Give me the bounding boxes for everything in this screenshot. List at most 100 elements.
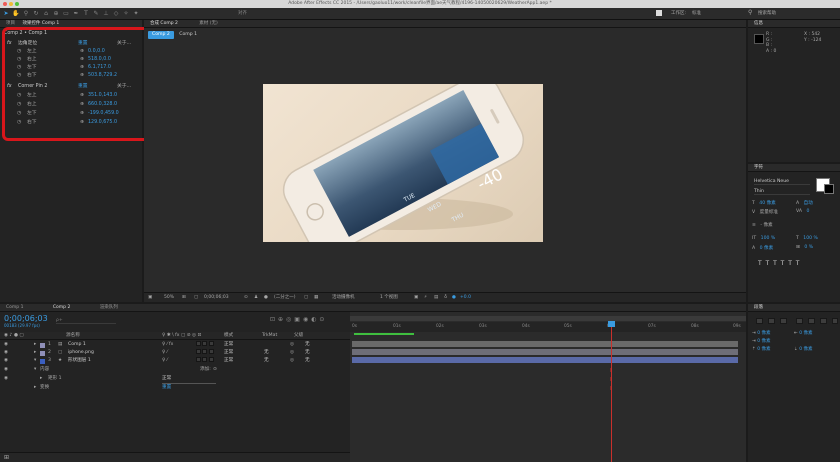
info-title[interactable]: 信息	[754, 21, 763, 26]
layer-parent[interactable]: 无	[305, 349, 310, 357]
layer-parent[interactable]: 无	[305, 341, 310, 349]
layer-bar-1[interactable]	[352, 341, 738, 347]
hand-tool-icon[interactable]: ✋	[12, 9, 20, 19]
visibility-eye-icon[interactable]: ◉	[4, 349, 8, 357]
layer-switches[interactable]: ♀ ⁄	[162, 357, 168, 365]
visibility-eye-icon[interactable]: ◉	[4, 341, 8, 349]
layer-mode[interactable]: 正常	[224, 341, 233, 349]
align-left-button[interactable]	[756, 318, 763, 324]
layer-switches[interactable]: ♀ ⁄ fx	[162, 341, 173, 349]
justify-right-button[interactable]	[820, 318, 827, 324]
space-after-value[interactable]: 0 像素	[799, 347, 812, 352]
layer-switch-boxes[interactable]	[196, 349, 214, 357]
rectangle-tool-icon[interactable]: ▭	[62, 9, 70, 19]
indent-first-value[interactable]: 0 像素	[757, 339, 770, 344]
eraser-tool-icon[interactable]: ◇	[112, 9, 120, 19]
mask-icon[interactable]: ▢	[194, 293, 198, 303]
layer-bar-3[interactable]	[352, 357, 738, 363]
layer-switches[interactable]: ♀ ⁄	[162, 349, 168, 357]
parent-pickwhip-icon[interactable]: ◎	[290, 349, 294, 357]
resolution-select[interactable]: (二分之一)	[274, 293, 296, 303]
tracking-value[interactable]: 0	[806, 209, 809, 214]
playhead-line[interactable]	[611, 322, 612, 462]
tsume-value[interactable]: 0 %	[804, 245, 813, 250]
hscale-value[interactable]: 100 %	[803, 236, 818, 241]
rotate-tool-icon[interactable]: ↻	[32, 9, 40, 19]
timeline-icon[interactable]: ▤	[434, 293, 438, 303]
grid-icon[interactable]: ⊞	[182, 293, 186, 303]
roto-tool-icon[interactable]: ✧	[122, 9, 130, 19]
close-button[interactable]	[3, 2, 7, 6]
justify-left-button[interactable]	[796, 318, 803, 324]
zoom-button[interactable]	[15, 2, 19, 6]
timeline-switch-icons[interactable]: ⊡⊕◎▣◉◐⊙	[270, 316, 327, 323]
selection-tool-icon[interactable]: ➤	[2, 9, 10, 19]
blend-mode-select[interactable]: 正常	[162, 375, 216, 384]
add-label[interactable]: 添加:	[200, 366, 211, 374]
toggle-pixel-icon[interactable]: ▣	[414, 293, 418, 303]
views-select[interactable]: 1 个视图	[380, 293, 398, 303]
layer-bar-2[interactable]	[352, 349, 738, 355]
pen-tool-icon[interactable]: ✒	[72, 9, 80, 19]
exposure-value[interactable]: +0.0	[460, 293, 471, 303]
timeline-tab-render-queue[interactable]: 渲染队列	[100, 305, 118, 310]
indent-left-value[interactable]: 0 像素	[757, 331, 770, 336]
timeline-tab-comp-2[interactable]: Comp 2	[53, 305, 70, 310]
brush-tool-icon[interactable]: ✎	[92, 9, 100, 19]
layer-parent[interactable]: 无	[305, 357, 310, 365]
zoom-tool-icon[interactable]: ⚲	[22, 9, 30, 19]
visibility-eye-icon[interactable]: ◉	[4, 357, 8, 365]
show-snapshot-icon[interactable]: ♟	[254, 293, 258, 303]
type-tool-icon[interactable]: T	[82, 9, 90, 19]
camera-tool-icon[interactable]: ⌂	[42, 9, 50, 19]
font-style-select[interactable]: Thin	[754, 188, 810, 195]
expand-triangle-icon[interactable]: ▸	[40, 375, 42, 383]
parent-pickwhip-icon[interactable]: ◎	[290, 357, 294, 365]
view-tab-comp-1[interactable]: Comp 1	[179, 32, 197, 37]
work-area-bar[interactable]	[350, 316, 746, 321]
header-trkmat[interactable]: TrkMat	[262, 332, 277, 340]
align-center-button[interactable]	[768, 318, 775, 324]
expand-triangle-icon[interactable]: ▾	[34, 366, 36, 374]
expand-triangle-icon[interactable]: ▾	[34, 357, 36, 365]
indent-right-value[interactable]: 0 像素	[799, 331, 812, 336]
add-icon[interactable]: ⊙	[213, 366, 217, 374]
visibility-eye-icon[interactable]: ◉	[4, 366, 8, 374]
roi-icon[interactable]: ▢	[304, 293, 308, 303]
layer-row-1[interactable]: ◉ ▸ 1 ▤ Comp 1 ♀ ⁄ fx 正常 ◎ 无	[0, 341, 350, 349]
timeline-timecode[interactable]: 0;00;06;03	[4, 314, 48, 323]
kerning-value[interactable]: 度量标准	[760, 210, 778, 215]
property-row-transform[interactable]: ▸ 变换 重置	[0, 384, 350, 392]
text-style-buttons[interactable]: TTTTTT	[758, 260, 803, 267]
workspace-icon[interactable]	[656, 10, 662, 16]
timeline-track-area[interactable]: 0s 01s 02s 03s 04s 05s 06s 07s 08s 09s I…	[350, 312, 746, 462]
comp-timecode[interactable]: 0;00;06;03	[204, 293, 229, 303]
snap-label[interactable]: 对齐	[238, 10, 247, 16]
search-help-input[interactable]: 搜索帮助	[758, 10, 776, 16]
font-size-value[interactable]: 40 像素	[759, 201, 776, 206]
flowchart-icon[interactable]: ♁	[444, 293, 447, 303]
space-before-value[interactable]: 0 像素	[757, 347, 770, 352]
composition-frame[interactable]: -40 TUE WED THU	[263, 74, 543, 255]
minimize-button[interactable]	[9, 2, 13, 6]
header-name[interactable]: 源名称	[66, 332, 80, 340]
tab-effect-controls[interactable]: 效果控件 Comp 1	[22, 21, 59, 26]
fast-preview-icon[interactable]: ⚡	[424, 293, 427, 303]
justify-all-button[interactable]	[832, 318, 838, 324]
search-icon[interactable]: ⚲	[748, 9, 752, 16]
camera-select[interactable]: 活动摄像机	[332, 293, 355, 303]
exposure-icon[interactable]: ●	[452, 293, 456, 303]
snapshot-icon[interactable]: ⊙	[244, 293, 248, 303]
puppet-tool-icon[interactable]: ✦	[132, 9, 140, 19]
label-color-chip[interactable]	[40, 342, 45, 348]
tab-project[interactable]: 项目	[6, 21, 15, 26]
layer-trkmat[interactable]: 无	[264, 357, 269, 365]
paragraph-title[interactable]: 段落	[754, 305, 763, 310]
label-color-chip[interactable]	[40, 350, 45, 356]
layer-switch-boxes[interactable]	[196, 357, 214, 365]
label-color-chip[interactable]	[40, 358, 45, 364]
vscale-value[interactable]: 100 %	[761, 236, 776, 241]
layer-name[interactable]: Comp 1	[68, 341, 86, 349]
layer-row-3[interactable]: ◉ ▾ 3 ★ 形状图层 1 ♀ ⁄ 正常 无 ◎ 无	[0, 357, 350, 365]
property-row-rect[interactable]: ◉ ▸ 矩形 1 正常	[0, 375, 350, 384]
